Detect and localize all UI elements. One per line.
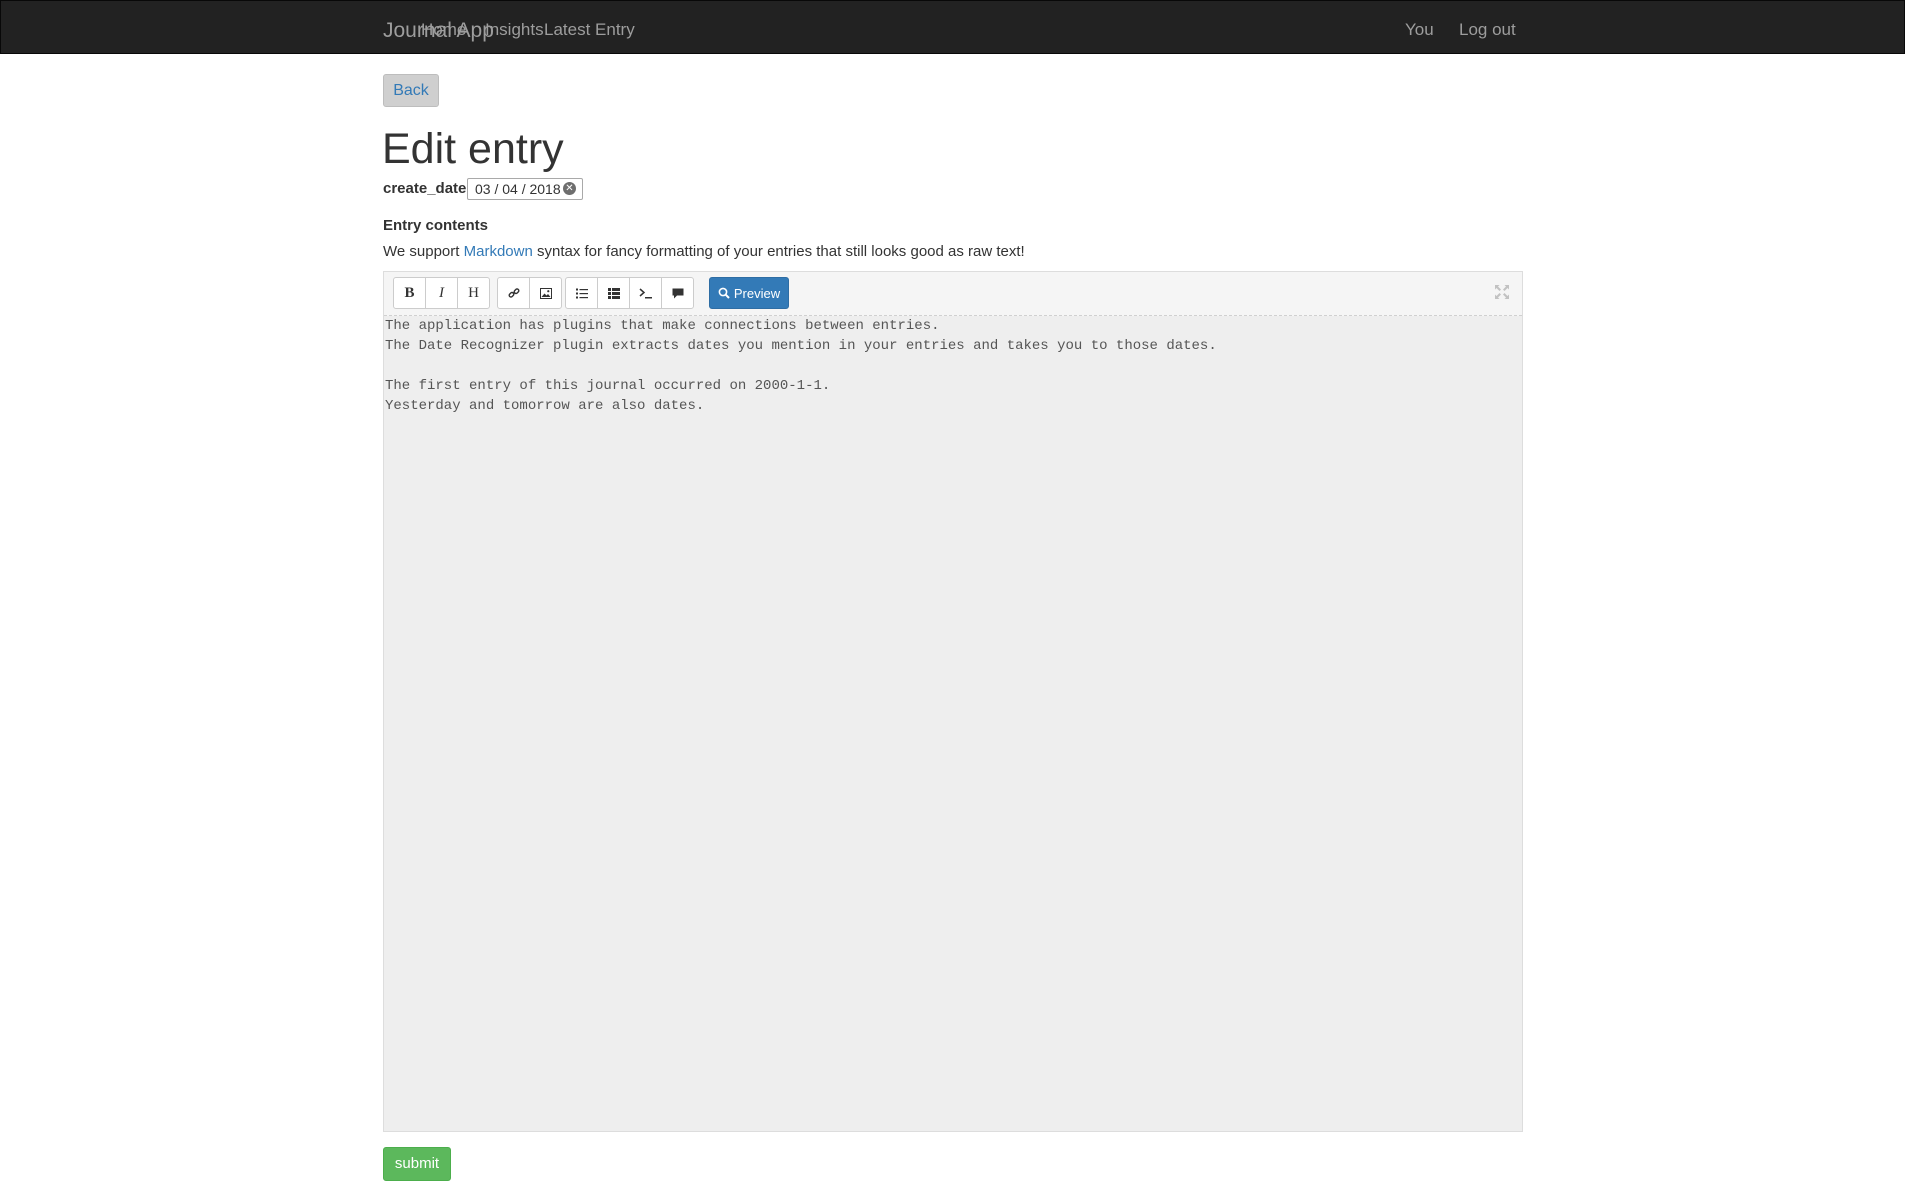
entry-contents-label: Entry contents xyxy=(383,217,489,234)
block-button-group xyxy=(565,277,694,309)
markdown-link[interactable]: Markdown xyxy=(464,243,533,260)
entry-content-textarea[interactable]: The application has plugins that make co… xyxy=(384,316,1522,1131)
unordered-list-button[interactable] xyxy=(565,277,598,309)
nav-home-link[interactable]: Home xyxy=(421,20,466,40)
bold-icon: B xyxy=(404,284,415,301)
image-button[interactable] xyxy=(529,277,562,309)
ordered-list-icon xyxy=(607,287,620,299)
top-navbar: Journal App Home Insights Latest Entry Y… xyxy=(0,0,1905,54)
format-button-group: B I H xyxy=(393,277,490,309)
code-button[interactable] xyxy=(629,277,662,309)
link-button[interactable] xyxy=(497,277,530,309)
nav-latest-entry-link[interactable]: Latest Entry xyxy=(544,20,635,40)
italic-icon: I xyxy=(439,284,444,301)
create-date-input[interactable]: 03 / 04 / 2018 ✕ xyxy=(467,178,583,200)
fullscreen-icon[interactable] xyxy=(1494,284,1510,300)
heading-icon: H xyxy=(468,284,479,301)
link-icon xyxy=(507,288,520,298)
back-button[interactable]: Back xyxy=(383,74,439,107)
nav-you-link[interactable]: You xyxy=(1405,20,1434,40)
heading-button[interactable]: H xyxy=(457,277,490,309)
quote-button[interactable] xyxy=(661,277,694,309)
insert-button-group xyxy=(497,277,562,309)
markdown-help-text: We support Markdown syntax for fancy for… xyxy=(383,243,1025,260)
italic-button[interactable]: I xyxy=(425,277,458,309)
markdown-editor: B I H Preview The application has plugin… xyxy=(383,271,1523,1132)
editor-toolbar: B I H Preview xyxy=(384,272,1522,316)
submit-button[interactable]: submit xyxy=(383,1147,451,1181)
create-date-label: create_date xyxy=(383,180,467,197)
bold-button[interactable]: B xyxy=(393,277,426,309)
preview-button[interactable]: Preview xyxy=(709,277,789,309)
page-title: Edit entry xyxy=(382,125,564,173)
unordered-list-icon xyxy=(575,288,588,298)
nav-logout-link[interactable]: Log out xyxy=(1459,20,1516,40)
create-date-value: 03 / 04 / 2018 xyxy=(475,181,561,197)
quote-icon xyxy=(672,288,683,298)
nav-insights-link[interactable]: Insights xyxy=(485,20,544,40)
ordered-list-button[interactable] xyxy=(597,277,630,309)
search-icon xyxy=(718,287,730,299)
code-icon xyxy=(639,287,652,298)
clear-date-icon[interactable]: ✕ xyxy=(563,182,576,195)
help-suffix: syntax for fancy formatting of your entr… xyxy=(532,243,1025,260)
image-icon xyxy=(539,287,552,299)
preview-label: Preview xyxy=(733,285,781,301)
help-prefix: We support xyxy=(383,243,464,260)
